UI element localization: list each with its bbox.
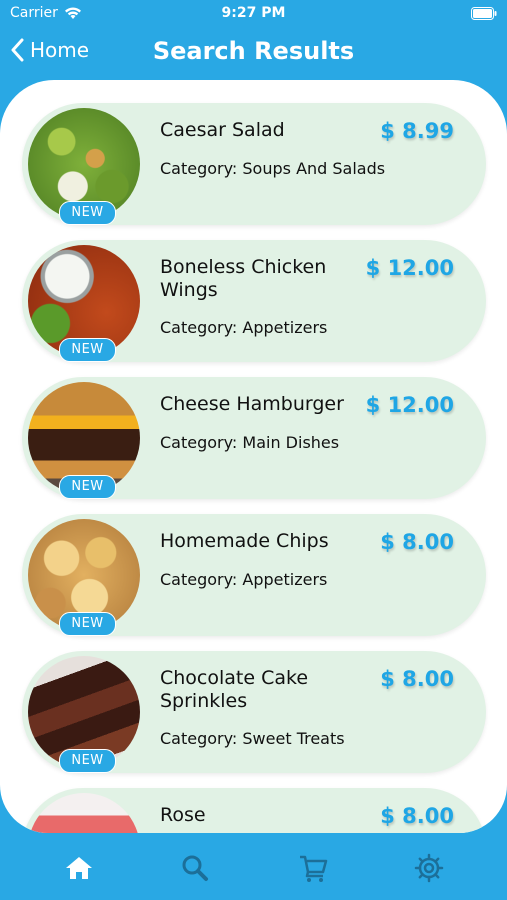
status-bar: Carrier 9:27 PM [0,0,507,28]
list-item[interactable]: NEW Cheese Hamburger $ 12.00 Category: M… [22,377,486,499]
item-price: $ 8.00 [380,667,454,691]
item-price: $ 8.00 [380,804,454,828]
status-time: 9:27 PM [221,5,286,21]
new-badge: NEW [59,338,116,362]
item-price: $ 8.00 [380,530,454,554]
item-name: Cheese Hamburger [160,393,344,415]
list-item[interactable]: Rose $ 8.00 [22,788,486,833]
item-price: $ 12.00 [365,256,454,280]
item-name: Rose [160,804,206,826]
new-badge: NEW [59,201,116,225]
new-badge: NEW [59,475,116,499]
search-icon [182,855,208,881]
item-name: Caesar Salad [160,119,285,141]
tab-cart[interactable] [296,851,330,885]
list-item[interactable]: NEW Caesar Salad $ 8.99 Category: Soups … [22,103,486,225]
item-name: Chocolate Cake Sprinkles [160,667,309,712]
item-category: Category: Main Dishes [160,433,340,452]
battery-icon [471,7,497,20]
cart-icon [300,855,328,882]
item-category: Category: Appetizers [160,570,328,589]
item-name: Boneless Chicken Wings [160,256,327,301]
page-title: Search Results [152,37,355,65]
nav-bar: Home Search Results [0,30,507,76]
tab-bar [0,833,507,900]
tab-home[interactable] [62,851,96,885]
new-badge: NEW [59,612,116,636]
item-category: Category: Appetizers [160,318,328,337]
tab-search[interactable] [178,851,212,885]
item-price: $ 12.00 [365,393,454,417]
list-item[interactable]: NEW Chocolate Cake Sprinkles $ 8.00 Cate… [22,651,486,773]
list-item[interactable]: NEW Boneless Chicken Wings $ 12.00 Categ… [22,240,486,362]
item-category: Category: Soups And Salads [160,159,386,178]
results-list[interactable]: NEW Caesar Salad $ 8.99 Category: Soups … [0,80,507,833]
food-thumbnail [28,793,140,833]
item-category: Category: Sweet Treats [160,729,345,748]
item-name: Homemade Chips [160,530,329,552]
list-item[interactable]: NEW Homemade Chips $ 8.00 Category: Appe… [22,514,486,636]
new-badge: NEW [59,749,116,773]
home-icon [66,857,92,879]
item-price: $ 8.99 [380,119,454,143]
settings-icon [414,853,444,883]
tab-settings[interactable] [412,851,446,885]
